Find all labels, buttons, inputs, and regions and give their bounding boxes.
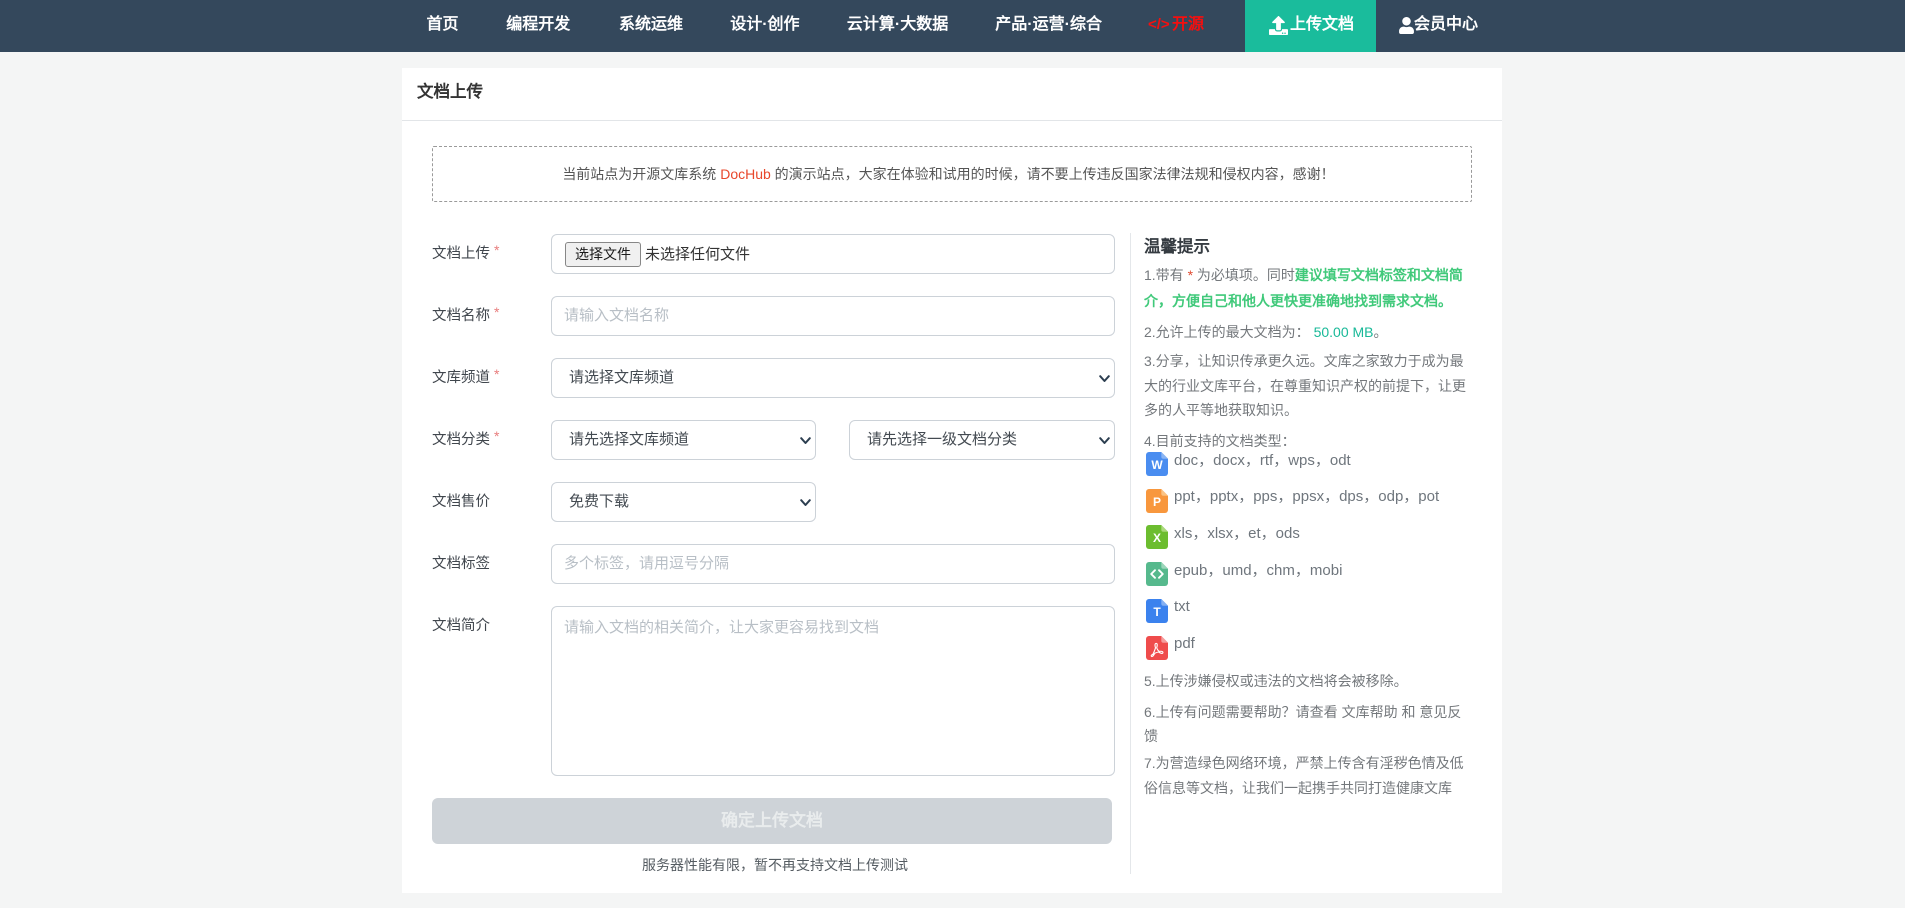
svg-text:T: T	[1153, 605, 1161, 619]
svg-text:X: X	[1153, 531, 1161, 545]
svg-text:W: W	[1151, 458, 1163, 472]
svg-text:P: P	[1153, 495, 1161, 509]
